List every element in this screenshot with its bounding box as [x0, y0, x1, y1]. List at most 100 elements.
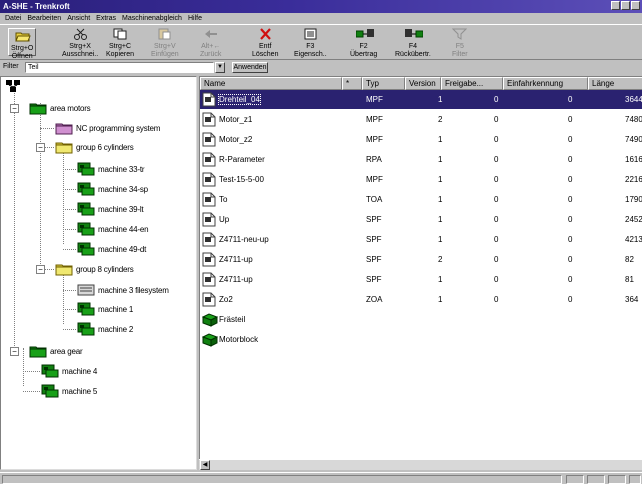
cell-text: 0 — [494, 215, 499, 224]
toolbar-button[interactable]: Strg+V Einfügen — [151, 28, 179, 58]
project-tree[interactable]: − area motors NC programming system − group … — [0, 76, 197, 470]
cell-text: 1 — [438, 175, 443, 184]
toolbar-button[interactable]: Alt+← Zurück — [200, 28, 221, 58]
cell-runin: 0 — [568, 215, 572, 224]
scroll-left-button[interactable]: ◀ — [200, 460, 210, 470]
transfer-icon — [355, 28, 375, 40]
tree-node[interactable]: area motors — [29, 99, 91, 117]
close-button[interactable] — [631, 1, 640, 10]
cell-text: R-Parameter — [219, 155, 265, 164]
toolbar-button[interactable]: F5 Filter — [452, 28, 468, 58]
tree-node[interactable]: machine 44-en — [77, 220, 149, 238]
menu-bearbeiten[interactable]: Bearbeiten — [24, 13, 64, 24]
file-row[interactable]: Test-15-5-00 MPF 1 0 0 22162 — [200, 170, 642, 189]
toolbar-button[interactable]: Entf Löschen — [252, 28, 278, 58]
tree-node[interactable]: machine 34-sp — [77, 180, 148, 198]
minimize-button[interactable] — [611, 1, 620, 10]
file-row[interactable]: Up SPF 1 0 0 24528 — [200, 210, 642, 229]
file-row[interactable]: Motor_z2 MPF 1 0 0 7490 — [200, 130, 642, 149]
maximize-button[interactable] — [621, 1, 630, 10]
tree-connector-line — [14, 93, 15, 346]
cell-type: SPF — [366, 275, 382, 284]
tree-node[interactable]: machine 3 filesystem — [77, 281, 169, 299]
tree-node[interactable]: machine 5 — [41, 382, 97, 400]
machine-icon — [41, 384, 59, 398]
file-row[interactable]: R-Parameter RPA 1 0 0 1616 — [200, 150, 642, 169]
cell-text: 0 — [494, 195, 499, 204]
menu-hilfe[interactable]: Hilfe — [185, 13, 205, 24]
menu-extras[interactable]: Extras — [93, 13, 119, 24]
column-header[interactable]: Version — [405, 77, 441, 90]
collapse-toggle[interactable]: − — [36, 143, 45, 152]
cell-release: 0 — [494, 175, 498, 184]
filter-dropdown-button[interactable]: ▼ — [215, 62, 225, 73]
toolbar-button[interactable]: F3 Eigensch.. — [294, 28, 327, 58]
arrow-left-icon: ◀ — [202, 462, 208, 468]
column-header[interactable]: Name — [200, 77, 342, 90]
cell-text: Z4711-up — [219, 275, 253, 284]
column-header[interactable]: Freigabe... — [441, 77, 503, 90]
tree-node[interactable]: machine 2 — [77, 320, 133, 338]
cell-text: Up — [219, 215, 230, 224]
column-header[interactable]: * — [342, 77, 362, 90]
column-header[interactable]: Einfahrkennung — [503, 77, 588, 90]
tree-node-label: machine 5 — [62, 386, 98, 396]
cell-text: To — [219, 195, 228, 204]
collapse-toggle[interactable]: − — [10, 104, 19, 113]
cell-length: 22162 — [625, 175, 642, 184]
toolbar-button[interactable]: Strg+C Kopieren — [106, 28, 134, 58]
cell-text: 0 — [494, 275, 499, 284]
cell-type: SPF — [366, 255, 382, 264]
apply-filter-button[interactable]: Anwenden — [232, 62, 268, 73]
cell-text: 0 — [568, 255, 573, 264]
file-row[interactable]: Frästeil — [200, 310, 642, 329]
horizontal-scrollbar[interactable]: ◀ — [199, 459, 642, 470]
folder-icon — [55, 140, 73, 154]
collapse-toggle[interactable]: − — [10, 347, 19, 356]
cell-length: 82 — [625, 255, 634, 264]
column-header[interactable]: Länge — [588, 77, 642, 90]
file-row[interactable]: Drehteil_04 MPF 1 0 0 3644 — [200, 90, 642, 109]
file-row[interactable]: Z4711-neu-up SPF 1 0 0 4213 — [200, 230, 642, 249]
cell-version: 1 — [438, 155, 442, 164]
cell-release: 0 — [494, 95, 498, 104]
file-row[interactable]: Motorblock — [200, 330, 642, 349]
cell-type: MPF — [366, 115, 383, 124]
toolbar-button[interactable]: F2 Übertrag — [350, 28, 377, 58]
tree-node[interactable]: machine 1 — [77, 300, 133, 318]
cell-version: 1 — [438, 195, 442, 204]
collapse-toggle[interactable]: − — [36, 265, 45, 274]
delete-x-icon — [258, 28, 273, 40]
cell-text: SPF — [366, 215, 382, 224]
cell-text: 2 — [438, 255, 443, 264]
cell-version: 1 — [438, 295, 442, 304]
tree-node[interactable]: machine 49-dt — [77, 240, 146, 258]
menu-ansicht[interactable]: Ansicht — [64, 13, 93, 24]
workpiece-icon — [201, 332, 219, 347]
cell-text: 82 — [625, 255, 634, 264]
cell-text: 0 — [568, 235, 573, 244]
file-list[interactable]: Name * Typ Version Freigabe... Einfahrkennung… — [199, 76, 642, 470]
tree-node[interactable]: machine 39-lt — [77, 200, 144, 218]
tree-node[interactable]: group 6 cylinders — [55, 138, 134, 156]
cell-release: 0 — [494, 115, 498, 124]
toolbar-button[interactable]: F4 Rückübertr. — [395, 28, 431, 58]
column-header[interactable]: Typ — [362, 77, 405, 90]
toolbar-button[interactable]: Strg+X Ausschnei.. — [62, 28, 98, 58]
tree-node[interactable]: NC programming system — [55, 119, 160, 137]
network-root-icon — [6, 80, 20, 92]
file-row[interactable]: To TOA 1 0 0 1790 — [200, 190, 642, 209]
toolbar-button[interactable]: Strg+O Öffnen — [8, 28, 37, 60]
tree-node[interactable]: group 8 cylinders — [55, 260, 134, 278]
file-row[interactable]: Motor_z1 MPF 2 0 0 7480 — [200, 110, 642, 129]
file-row[interactable]: Zo2 ZOA 1 0 0 364 — [200, 290, 642, 309]
file-row[interactable]: Z4711-up SPF 1 0 0 81 — [200, 270, 642, 289]
menu-datei[interactable]: Datei — [2, 13, 24, 24]
file-row[interactable]: Z4711-up SPF 2 0 0 82 — [200, 250, 642, 269]
tree-node[interactable]: area gear — [29, 342, 83, 360]
tree-node[interactable]: machine 4 — [41, 362, 97, 380]
filter-input[interactable]: Teil — [25, 62, 214, 73]
toolbar-button-label: Strg+O Öffnen — [11, 45, 34, 60]
tree-node[interactable]: machine 33-tr — [77, 160, 145, 178]
menu-maschinenabgleich[interactable]: Maschinenabgleich — [119, 13, 185, 24]
